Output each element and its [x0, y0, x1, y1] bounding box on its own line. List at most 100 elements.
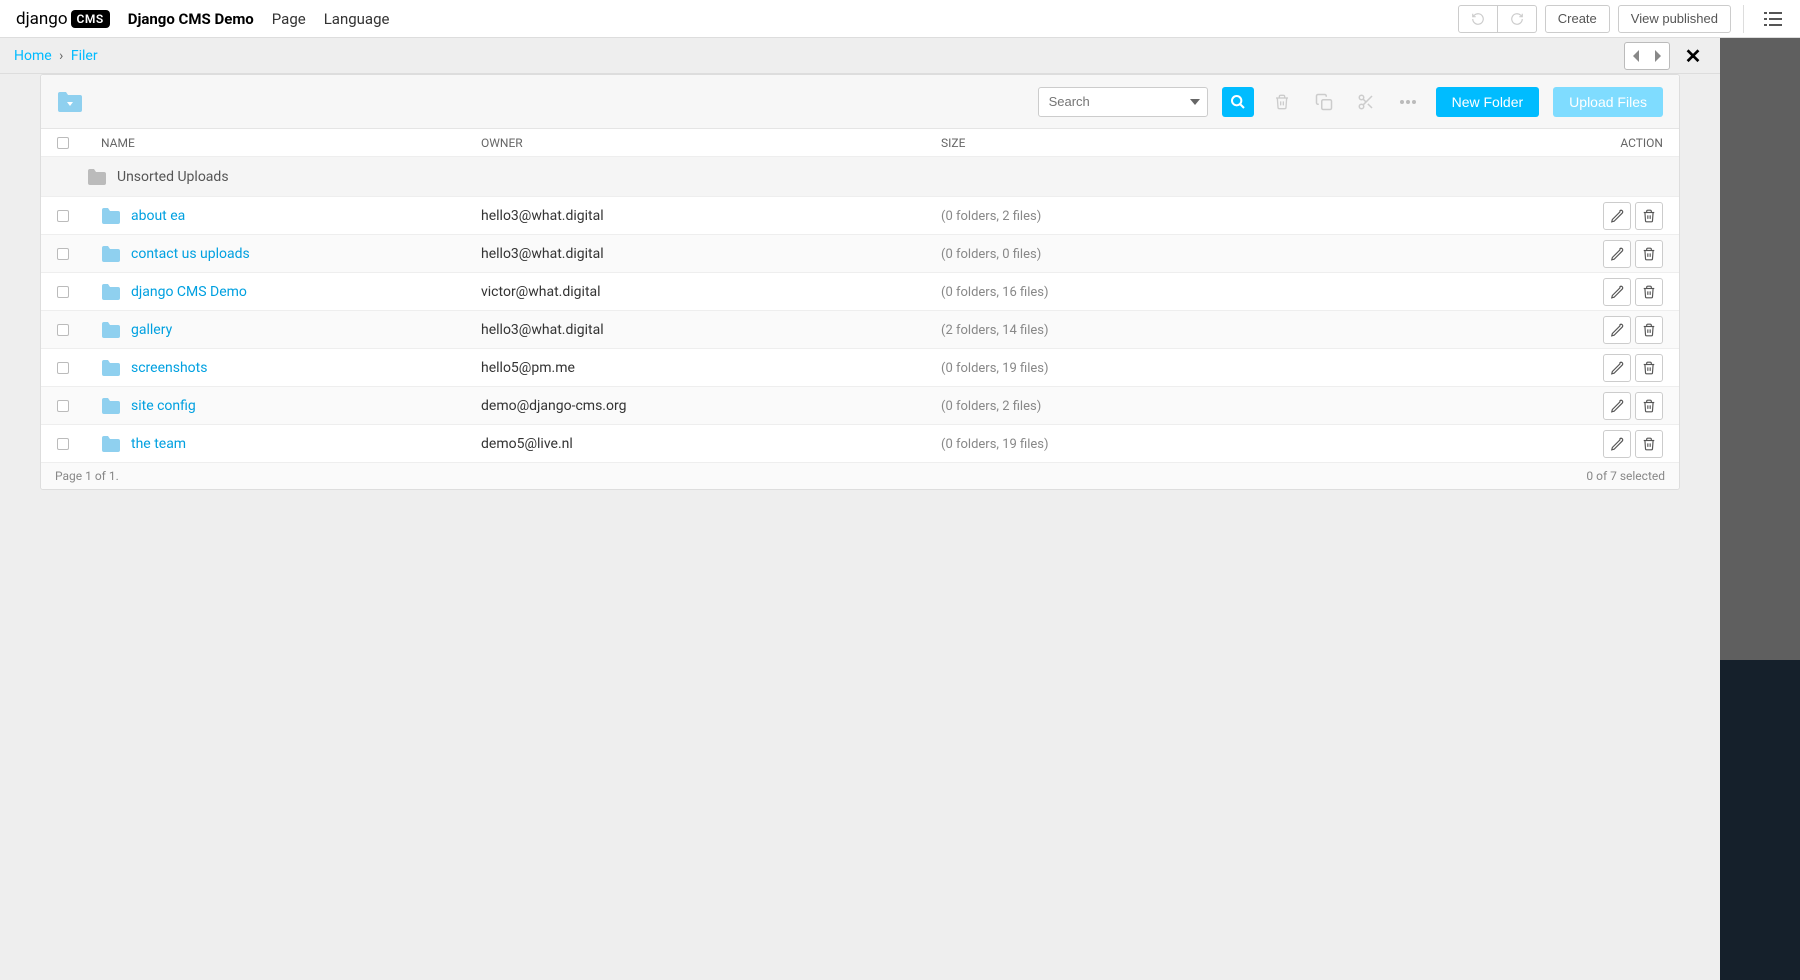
folder-icon [101, 246, 121, 262]
size-text: (0 folders, 2 files) [941, 399, 1041, 414]
nav-page[interactable]: Page [272, 10, 306, 28]
folder-icon [101, 284, 121, 300]
folder-icon [101, 208, 121, 224]
folder-grey-icon [87, 169, 107, 185]
edit-button[interactable] [1603, 240, 1631, 268]
table-row: django CMS Demovictor@what.digital(0 fol… [41, 273, 1679, 311]
page-info: Page 1 of 1. [55, 469, 119, 483]
create-button[interactable]: Create [1545, 5, 1610, 33]
select-all-checkbox[interactable] [57, 137, 69, 149]
copy-button[interactable] [1310, 88, 1338, 116]
trash-icon [1642, 398, 1656, 414]
side-panel [1720, 38, 1800, 980]
row-delete-button[interactable] [1635, 430, 1663, 458]
row-checkbox[interactable] [57, 438, 69, 450]
redo-button[interactable] [1498, 5, 1537, 33]
header-name[interactable]: NAME [101, 136, 481, 150]
table-row: about eahello3@what.digital(0 folders, 2… [41, 197, 1679, 235]
folder-name-link[interactable]: screenshots [131, 360, 207, 376]
row-checkbox[interactable] [57, 286, 69, 298]
trash-icon [1642, 436, 1656, 452]
undo-icon [1471, 12, 1485, 26]
undo-button[interactable] [1458, 5, 1498, 33]
row-delete-button[interactable] [1635, 316, 1663, 344]
row-checkbox[interactable] [57, 210, 69, 222]
owner-text: demo@django-cms.org [481, 398, 626, 414]
folder-name-link[interactable]: django CMS Demo [131, 284, 247, 300]
copy-icon [1315, 93, 1333, 111]
close-icon: ✕ [1685, 44, 1702, 68]
selection-info: 0 of 7 selected [1586, 469, 1665, 483]
table-row: contact us uploadshello3@what.digital(0 … [41, 235, 1679, 273]
folder-dropdown-icon [57, 91, 83, 113]
side-panel-top [1720, 38, 1800, 660]
size-text: (0 folders, 19 files) [941, 361, 1049, 376]
sidebar-toggle-button[interactable] [1756, 2, 1790, 36]
logo[interactable]: django CMS [16, 9, 110, 29]
size-text: (0 folders, 16 files) [941, 285, 1049, 300]
folder-name-link[interactable]: site config [131, 398, 196, 414]
breadcrumb-home[interactable]: Home [14, 48, 52, 64]
row-delete-button[interactable] [1635, 202, 1663, 230]
cut-button[interactable] [1352, 88, 1380, 116]
view-published-button[interactable]: View published [1618, 5, 1731, 33]
delete-button[interactable] [1268, 88, 1296, 116]
header-owner[interactable]: OWNER [481, 136, 941, 150]
folder-name-link[interactable]: about ea [131, 208, 185, 224]
list-icon [1764, 11, 1782, 27]
edit-button[interactable] [1603, 354, 1631, 382]
root-folder-button[interactable] [57, 91, 83, 113]
folder-name-link[interactable]: the team [131, 436, 186, 452]
nav-language[interactable]: Language [324, 10, 390, 28]
edit-button[interactable] [1603, 430, 1631, 458]
folder-name-link[interactable]: gallery [131, 322, 172, 338]
search-button[interactable] [1222, 87, 1254, 117]
edit-button[interactable] [1603, 278, 1631, 306]
edit-button[interactable] [1603, 202, 1631, 230]
topbar: django CMS Django CMS Demo Page Language… [0, 0, 1800, 38]
breadcrumb-separator: › [59, 48, 63, 64]
close-button[interactable]: ✕ [1680, 43, 1706, 69]
upload-files-button[interactable]: Upload Files [1553, 87, 1663, 117]
row-checkbox[interactable] [57, 400, 69, 412]
scissors-icon [1357, 93, 1375, 111]
edit-button[interactable] [1603, 392, 1631, 420]
pencil-icon [1610, 361, 1624, 375]
more-actions-button[interactable] [1394, 88, 1422, 116]
search-input[interactable] [1038, 87, 1208, 117]
breadcrumb-filer[interactable]: Filer [71, 48, 98, 64]
row-delete-button[interactable] [1635, 392, 1663, 420]
owner-text: hello3@what.digital [481, 322, 604, 338]
unsorted-uploads-label: Unsorted Uploads [117, 169, 229, 185]
row-checkbox[interactable] [57, 324, 69, 336]
trash-icon [1642, 360, 1656, 376]
row-delete-button[interactable] [1635, 278, 1663, 306]
trash-icon [1642, 284, 1656, 300]
table-row: site config demo@django-cms.org (0 folders… [41, 387, 1679, 425]
history-back-button[interactable] [1625, 43, 1647, 69]
pencil-icon [1610, 247, 1624, 261]
table-row: the teamdemo5@live.nl(0 folders, 19 file… [41, 425, 1679, 463]
header-size[interactable]: SIZE [941, 136, 1523, 150]
owner-text: hello5@pm.me [481, 360, 575, 376]
folder-name-link[interactable]: contact us uploads [131, 246, 250, 262]
folder-icon [101, 360, 121, 376]
redo-icon [1510, 12, 1524, 26]
edit-button[interactable] [1603, 316, 1631, 344]
table-row: galleryhello3@what.digital(2 folders, 14… [41, 311, 1679, 349]
unsorted-uploads-row[interactable]: Unsorted Uploads [41, 157, 1679, 197]
breadcrumb: Home › Filer [14, 48, 98, 64]
size-text: (0 folders, 19 files) [941, 437, 1049, 452]
folder-icon [101, 322, 121, 338]
trash-icon [1642, 246, 1656, 262]
row-delete-button[interactable] [1635, 240, 1663, 268]
size-text: (0 folders, 2 files) [941, 209, 1041, 224]
new-folder-button[interactable]: New Folder [1436, 87, 1540, 117]
site-title[interactable]: Django CMS Demo [128, 10, 254, 28]
folder-icon [101, 398, 121, 414]
row-checkbox[interactable] [57, 248, 69, 260]
row-checkbox[interactable] [57, 362, 69, 374]
row-delete-button[interactable] [1635, 354, 1663, 382]
history-forward-button[interactable] [1647, 43, 1669, 69]
table-footer: Page 1 of 1. 0 of 7 selected [41, 463, 1679, 489]
